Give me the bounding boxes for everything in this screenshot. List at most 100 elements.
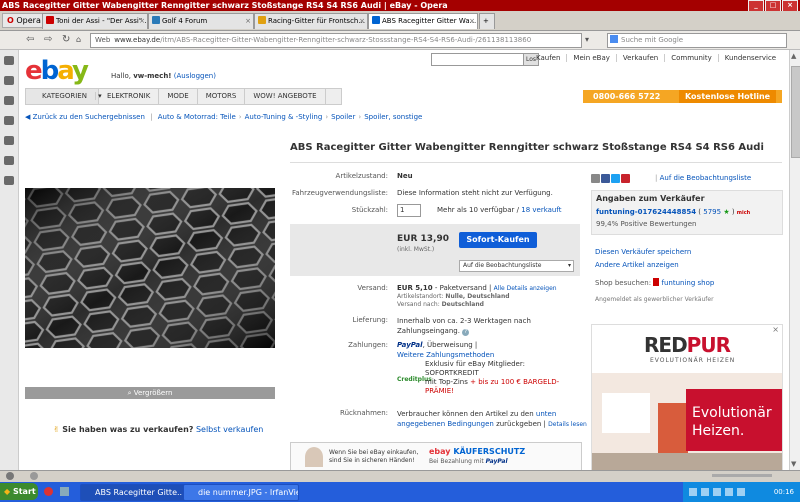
quicklaunch-desktop-icon[interactable] bbox=[60, 487, 69, 496]
tab-golf4[interactable]: Golf 4 Forum × bbox=[148, 13, 254, 29]
close-ad-icon[interactable]: × bbox=[772, 325, 779, 334]
back-arrow-icon[interactable]: ⇦ bbox=[26, 34, 34, 46]
quicklaunch-opera-icon[interactable] bbox=[44, 487, 53, 496]
logo-letter: y bbox=[72, 56, 89, 86]
url-field[interactable]: Web www.ebay.de/itm/ABS-Racegitter-Gitter… bbox=[90, 33, 582, 48]
browser-search-input[interactable]: Suche mit Google bbox=[607, 33, 787, 48]
shop-link[interactable]: funtuning shop bbox=[662, 279, 715, 287]
history-icon[interactable] bbox=[4, 156, 14, 165]
nav-elektronik[interactable]: ELEKTRONIK bbox=[99, 89, 160, 104]
breadcrumb-item[interactable]: Auto & Motorrad: Teile bbox=[158, 113, 236, 121]
tab-close-icon[interactable]: × bbox=[245, 14, 251, 28]
opera-menu-button[interactable]: O Opera bbox=[2, 13, 46, 28]
tab-close-icon[interactable]: × bbox=[139, 14, 145, 28]
ebay-logo[interactable]: ebay bbox=[25, 56, 89, 86]
protection-brand-text: KÄUFERSCHUTZ bbox=[453, 447, 526, 456]
bookmarks-icon[interactable] bbox=[4, 56, 14, 65]
buy-box: EUR 13,90 (inkl. MwSt.) Sofort-Kaufen Au… bbox=[290, 224, 580, 276]
pinterest-icon[interactable] bbox=[621, 174, 630, 183]
opera-logo-icon: O bbox=[7, 16, 14, 25]
link-verkaufen[interactable]: Verkaufen bbox=[615, 54, 665, 62]
registered-note: Angemeldet als gewerblicher Verkäufer bbox=[595, 296, 714, 303]
windows-logo-icon: ◆ bbox=[4, 487, 11, 496]
zoom-button[interactable]: ⌕ Vergrößern bbox=[25, 387, 275, 399]
url-path: /itm/ABS-Racegitter-Gitter-Wabengitter-R… bbox=[160, 36, 532, 44]
tab-close-icon[interactable]: × bbox=[469, 14, 475, 28]
breadcrumb-item[interactable]: Auto-Tuning & -Styling bbox=[245, 113, 323, 121]
ad-heater bbox=[658, 403, 688, 453]
tab-close-icon[interactable]: × bbox=[359, 14, 365, 28]
breadcrumb-item[interactable]: Spoiler, sonstige bbox=[364, 113, 422, 121]
scroll-thumb[interactable] bbox=[791, 66, 800, 158]
nav-motors[interactable]: MOTORS bbox=[198, 89, 246, 104]
scroll-down-icon[interactable]: ▼ bbox=[791, 460, 796, 468]
facebook-icon[interactable] bbox=[601, 174, 610, 183]
redpur-advertisement[interactable]: × REDPUR EVOLUTIONÄR HEIZEN Evolutionär … bbox=[591, 324, 783, 470]
watch-link[interactable]: | Auf die Beobachtungsliste bbox=[655, 174, 751, 182]
buyer-protection-banner[interactable]: Wenn Sie bei eBay einkaufen, sind Sie in… bbox=[290, 442, 582, 470]
nav-wow-angebote[interactable]: WOW! ANGEBOTE bbox=[245, 89, 326, 104]
task-opera[interactable]: ABS Racegitter Gitte... bbox=[80, 484, 196, 501]
zoom-slider[interactable] bbox=[712, 474, 772, 477]
back-arrow-icon: ◀ bbox=[25, 113, 31, 121]
logout-link[interactable]: (Ausloggen) bbox=[174, 72, 216, 80]
breadcrumb-item[interactable]: Spoiler bbox=[331, 113, 355, 121]
hotline-banner[interactable]: 0800-666 5722 Kostenlose Hotline bbox=[583, 90, 782, 103]
link-mein-ebay[interactable]: Mein eBay bbox=[566, 54, 616, 62]
task-irfanview[interactable]: die nummer.JPG - IrfanVie... bbox=[183, 484, 299, 501]
watchlist-select[interactable]: Auf die Beobachtungsliste ▾ bbox=[459, 260, 574, 272]
notes-icon[interactable] bbox=[4, 116, 14, 125]
add-panel-icon[interactable] bbox=[4, 176, 14, 185]
nav-kategorien[interactable]: KATEGORIEN ▾ bbox=[26, 89, 102, 104]
save-seller-link[interactable]: Diesen Verkäufer speichern bbox=[595, 248, 691, 256]
volume-icon[interactable] bbox=[737, 488, 745, 496]
page-scrollbar[interactable]: ▲ ▼ bbox=[789, 50, 800, 470]
sell-link[interactable]: Selbst verkaufen bbox=[196, 425, 263, 434]
tab-toni[interactable]: Toni der Assi - "Der Assi" ... × bbox=[42, 13, 148, 29]
dropdown-arrow-icon[interactable]: ▾ bbox=[585, 34, 589, 46]
link-community[interactable]: Community bbox=[664, 54, 718, 62]
forward-arrow-icon[interactable]: ⇨ bbox=[44, 34, 52, 46]
nav-mode[interactable]: MODE bbox=[159, 89, 198, 104]
contacts-icon[interactable] bbox=[4, 96, 14, 105]
web-page: ebay Hallo, vw-mech! (Ausloggen) Los Kau… bbox=[19, 50, 789, 470]
product-image[interactable] bbox=[25, 188, 275, 348]
new-tab-button[interactable]: + bbox=[479, 13, 495, 29]
help-icon[interactable]: ? bbox=[462, 329, 470, 336]
other-items-link[interactable]: Andere Artikel anzeigen bbox=[595, 261, 679, 269]
email-icon[interactable] bbox=[591, 174, 600, 183]
start-button[interactable]: ◆ Start bbox=[0, 483, 38, 500]
tray-icon[interactable] bbox=[689, 488, 697, 496]
username: vw-mech! bbox=[133, 72, 172, 80]
qty-sold-link[interactable]: 18 verkauft bbox=[521, 206, 561, 214]
mail-icon[interactable] bbox=[4, 76, 14, 85]
window-title: ABS Racegitter Gitter Wabengitter Renngi… bbox=[2, 1, 448, 10]
back-to-results-link[interactable]: Zurück zu den Suchergebnissen bbox=[33, 113, 145, 121]
tab-racing[interactable]: Racing-Gitter für Frontsch... × bbox=[254, 13, 368, 29]
tray-icon[interactable] bbox=[725, 488, 733, 496]
credit-offer[interactable]: Exklusiv für eBay Mitglieder: SOFORTKRED… bbox=[425, 360, 575, 396]
speed-dial-icon[interactable] bbox=[30, 472, 38, 480]
scroll-up-icon[interactable]: ▲ bbox=[791, 52, 796, 60]
returns-details-link[interactable]: Details lesen bbox=[548, 421, 587, 428]
seller-rating[interactable]: 5795 bbox=[703, 208, 721, 216]
home-icon[interactable]: ⌂ bbox=[76, 34, 81, 46]
link-kundenservice[interactable]: Kundenservice bbox=[717, 54, 783, 62]
seller-name-link[interactable]: funtuning-017624448854 bbox=[596, 208, 696, 216]
link-kaufen[interactable]: Kaufen bbox=[530, 54, 566, 62]
reload-icon[interactable]: ↻ bbox=[62, 34, 70, 46]
twitter-icon[interactable] bbox=[611, 174, 620, 183]
more-payment-link[interactable]: Weitere Zahlungsmethoden bbox=[397, 351, 494, 359]
shipping-details-link[interactable]: Alle Details anzeigen bbox=[494, 285, 557, 292]
ad-window bbox=[602, 393, 650, 433]
tray-icon[interactable] bbox=[713, 488, 721, 496]
downloads-icon[interactable] bbox=[4, 136, 14, 145]
tray-icon[interactable] bbox=[701, 488, 709, 496]
quantity-input[interactable]: 1 bbox=[397, 204, 421, 217]
buy-now-button[interactable]: Sofort-Kaufen bbox=[459, 232, 537, 248]
protection-paypal-text: Bei Bezahlung mit bbox=[429, 458, 484, 465]
chevron-down-icon: ▾ bbox=[567, 262, 571, 269]
ebay-search-input[interactable]: Los bbox=[431, 53, 539, 66]
status-icon[interactable] bbox=[6, 472, 14, 480]
tab-ebay-active[interactable]: ABS Racegitter Gitter Wa... × bbox=[368, 13, 478, 29]
